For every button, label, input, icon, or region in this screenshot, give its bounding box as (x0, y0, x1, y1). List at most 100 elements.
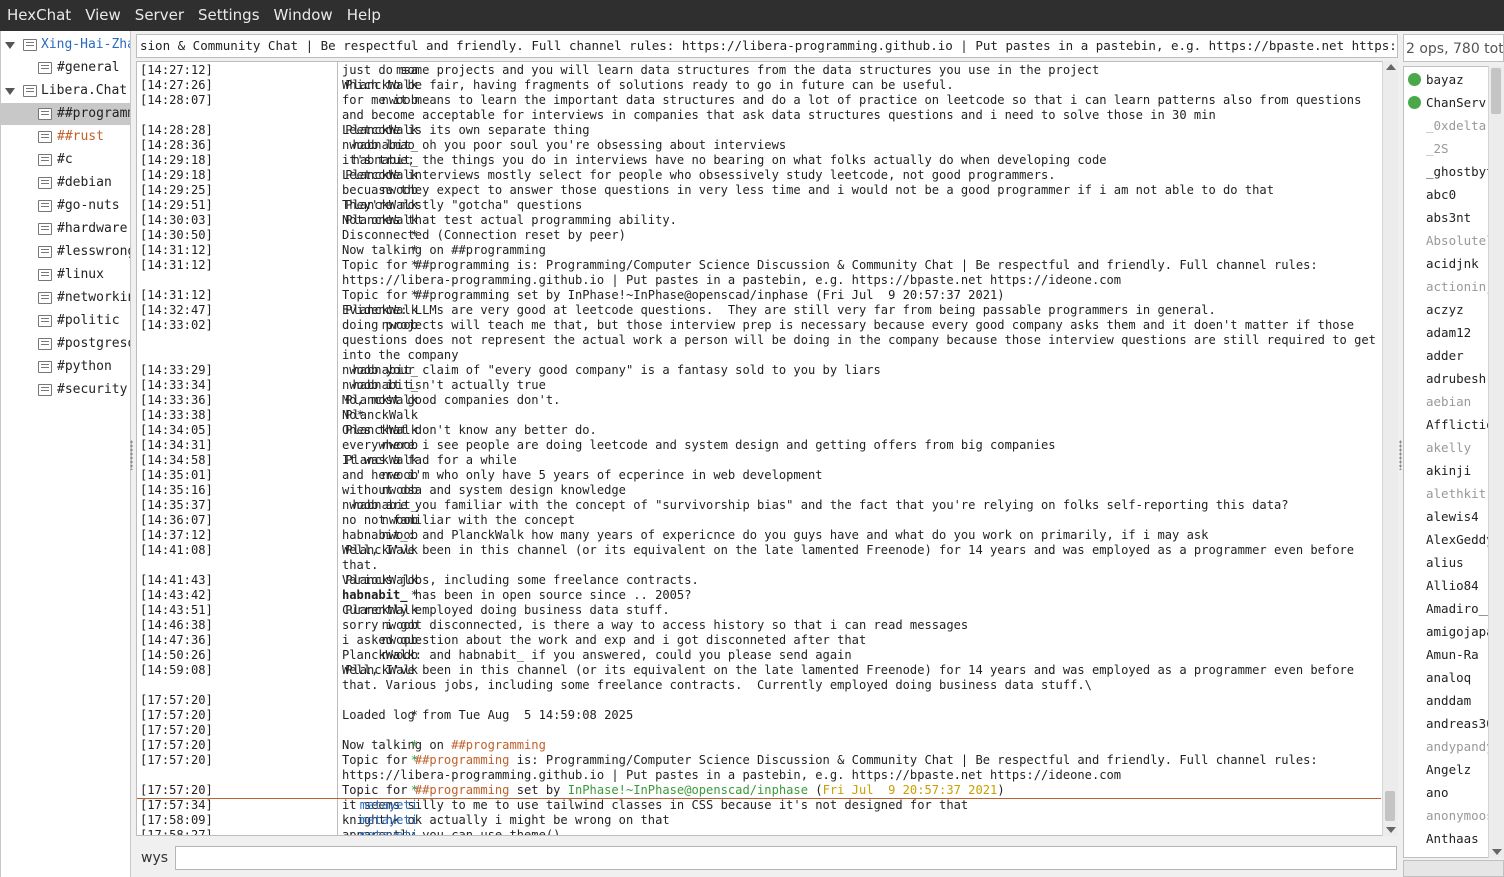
text: sorry i got disconnected, is there a way… (342, 618, 969, 632)
user-name: analoq (1426, 670, 1472, 685)
network-item[interactable]: Libera.Chat (1, 80, 130, 102)
menu-view[interactable]: View (78, 0, 128, 31)
op-status-icon (1408, 96, 1421, 109)
chat-area[interactable]: [14:27:12] msa just do some projects and y… (136, 61, 1398, 836)
tree-label: #hardware (57, 221, 128, 236)
menu-hexchat[interactable]: HexChat (0, 0, 78, 31)
timestamp: [17:57:34] (140, 798, 213, 812)
nick[interactable]: nwoob (222, 318, 418, 333)
menu-server[interactable]: Server (128, 0, 191, 31)
timestamp: [14:27:26] (140, 78, 213, 92)
nick[interactable]: PlanckWalk (222, 603, 418, 618)
message-input[interactable] (175, 846, 1397, 870)
timestamp: [14:33:02] (140, 318, 213, 332)
chat-scrollbar[interactable] (1382, 61, 1398, 836)
menu-window[interactable]: Window (267, 0, 340, 31)
channel-item[interactable]: #python (1, 356, 130, 378)
nick[interactable]: PlanckWalk (222, 423, 418, 438)
channel-item[interactable]: #debian (1, 172, 130, 194)
nick[interactable]: nwoob (222, 483, 418, 498)
network-item[interactable]: Xing-Hai-Zhar (1, 34, 130, 56)
timestamp: [14:28:07] (140, 93, 213, 107)
user-name: andypandy (1426, 739, 1494, 754)
channel-item[interactable]: #networkin (1, 287, 130, 309)
userlist-scroll-thumb[interactable] (1491, 68, 1501, 114)
text: set by (509, 783, 568, 797)
timestamp: [14:41:43] (140, 573, 213, 587)
nick[interactable]: msa (222, 63, 418, 78)
nick[interactable]: PlanckWalk (222, 198, 418, 213)
nick[interactable]: metayeti (222, 798, 418, 813)
nick[interactable]: metayeti (222, 813, 418, 828)
nick[interactable]: PlanckWalk (222, 543, 418, 558)
nick[interactable]: nwoob (222, 93, 418, 108)
nick[interactable]: nwoob (222, 183, 418, 198)
nick[interactable]: PlanckWalk (222, 213, 418, 228)
chat-line: [14:28:28] PlanckWalk Leetcode is its own … (137, 123, 1381, 138)
user-name: abs3nt (1426, 210, 1472, 225)
nick[interactable]: PlanckWalk (222, 123, 418, 138)
nick[interactable]: nwoob (222, 513, 418, 528)
nick[interactable]: nwoob (222, 468, 418, 483)
text: becuase they expect to answer those ques… (342, 183, 1274, 197)
nick[interactable]: nwoob (222, 438, 418, 453)
nick: * (410, 243, 418, 257)
nick[interactable]: PlanckWalk (222, 78, 418, 93)
channel-item[interactable]: #general (1, 57, 130, 79)
timestamp: [17:57:20] (140, 723, 213, 737)
channel-item[interactable]: #postgresq (1, 333, 130, 355)
server-icon (23, 85, 37, 97)
channel-item[interactable]: ##rust (1, 126, 130, 148)
nick[interactable]: habnabit_ (222, 378, 418, 393)
channel-item[interactable]: #go-nuts (1, 195, 130, 217)
userlist-scrollbar[interactable] (1488, 66, 1504, 858)
menu-settings[interactable]: Settings (191, 0, 267, 31)
scroll-down-icon[interactable] (1386, 827, 1396, 833)
timestamp: [14:31:12] (140, 258, 213, 272)
channel-item[interactable]: #lesswrong (1, 241, 130, 263)
userlist-pane-grip[interactable] (1399, 440, 1402, 470)
nick[interactable]: habnabit_ (222, 363, 418, 378)
expander-icon[interactable] (5, 42, 15, 49)
channel-item[interactable]: ##programm (1, 103, 130, 125)
chat-line: [14:29:51] PlanckWalk They're mostly "gotc… (137, 198, 1381, 213)
nick[interactable]: nwoob (222, 618, 418, 633)
scroll-thumb[interactable] (1385, 791, 1395, 821)
channel-item[interactable]: #politic (1, 310, 130, 332)
nick[interactable]: PlanckWalk (222, 453, 418, 468)
nick[interactable]: nwoob (222, 648, 418, 663)
nick[interactable]: habnabit_ (222, 138, 418, 153)
nick[interactable]: PlanckWalk (222, 393, 418, 408)
nick: * (410, 588, 418, 602)
chat-line: [14:32:47] PlanckWalk Evidence: LLMs are v… (137, 303, 1381, 318)
nick[interactable]: habnabit_ (222, 153, 418, 168)
nick[interactable]: PlanckWalk (222, 168, 418, 183)
channel-item[interactable]: #hardware (1, 218, 130, 240)
channel-item[interactable]: #c (1, 149, 130, 171)
user-name: anonymoos (1426, 808, 1494, 823)
timestamp: [14:33:38] (140, 408, 213, 422)
menu-help[interactable]: Help (340, 0, 388, 31)
channel-item[interactable]: #linux (1, 264, 130, 286)
tree-pane-grip[interactable] (130, 440, 133, 470)
input-nick-button[interactable]: wys (141, 850, 168, 866)
expander-icon[interactable] (5, 88, 15, 95)
channel-icon (38, 292, 52, 304)
nick[interactable]: PlanckWalk (222, 408, 418, 423)
tree-label: #go-nuts (57, 198, 120, 213)
chat-line: [17:57:20] * Now talking on ##programming (137, 738, 1381, 753)
nick[interactable]: PlanckWalk (222, 303, 418, 318)
nick[interactable]: nwoob (222, 528, 418, 543)
nick[interactable]: habnabit_ (222, 498, 418, 513)
nick[interactable]: PlanckWalk (222, 663, 418, 678)
scroll-up-icon[interactable] (1386, 64, 1396, 70)
channel-item[interactable]: #security (1, 379, 130, 401)
nick[interactable]: metayeti (222, 828, 418, 835)
nick[interactable]: PlanckWalk (222, 573, 418, 588)
chat-line: [14:34:05] PlanckWalk Ones that don't know… (137, 423, 1381, 438)
chat-line: [17:57:20] (137, 723, 1381, 738)
userlist-scroll-down-icon[interactable] (1492, 849, 1502, 855)
message-text: just do some projects and you will learn… (340, 63, 1381, 78)
topic-bar[interactable]: sion & Community Chat | Be respectful an… (136, 34, 1398, 58)
nick[interactable]: nwoob (222, 633, 418, 648)
